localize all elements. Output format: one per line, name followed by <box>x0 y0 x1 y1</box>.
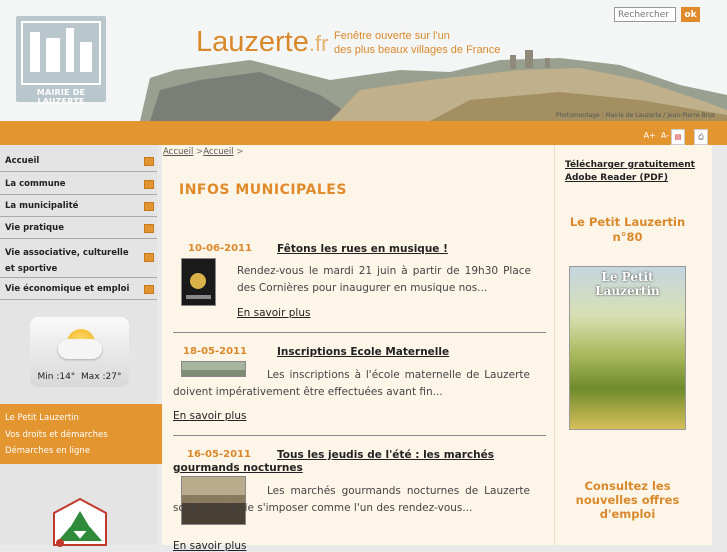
news-title[interactable]: Fêtons les rues en musique ! <box>277 243 448 256</box>
page-edge <box>712 145 727 545</box>
breadcrumb-home[interactable]: Accueil <box>163 147 193 157</box>
quick-link-demarches-en-ligne[interactable]: Démarches en ligne <box>5 446 90 456</box>
pdf-icon[interactable]: ▤ <box>671 129 685 145</box>
sidebar-item-vie-economique[interactable]: Vie économique et emploi <box>0 278 157 300</box>
breadcrumb: Accueil >Accueil > <box>163 147 243 157</box>
weather-max: Max :27° <box>81 372 122 382</box>
site-tagline: Fenêtre ouverte sur l'un des plus beaux … <box>334 29 500 57</box>
chevron-right-icon <box>144 253 154 262</box>
news-divider <box>173 332 546 333</box>
news-summary: Rendez-vous le mardi 21 juin à partir de… <box>237 265 531 294</box>
job-offers-link[interactable]: Consultez les nouvelles offres d'emploi <box>560 479 695 521</box>
news-summary: Les inscriptions à l'école maternelle de… <box>173 369 530 398</box>
news-date: 18-05-2011 <box>183 346 247 357</box>
breadcrumb-separator: > <box>233 147 244 157</box>
font-increase-button[interactable]: A+ <box>644 131 656 140</box>
sidebar-item-accueil[interactable]: Accueil <box>0 150 157 172</box>
quick-link-petit-lauzertin[interactable]: Le Petit Lauzertin <box>5 413 79 423</box>
quick-link-droits-demarches[interactable]: Vos droits et démarches <box>5 430 108 440</box>
cloud-icon <box>58 339 102 359</box>
site-header: MAIRIE DE LAUZERTE Lauzerte.fr Fenêtre o… <box>0 0 727 121</box>
sidebar-item-vie-pratique[interactable]: Vie pratique <box>0 217 157 239</box>
sidebar-item-vie-associative[interactable]: Vie associative, culturelle et sportive <box>0 239 157 278</box>
chevron-right-icon <box>144 224 154 233</box>
tagline-line2: des plus beaux villages de France <box>334 44 501 56</box>
news-divider <box>173 435 546 436</box>
news-title[interactable]: Tous les jeudis de l'été : les marchés g… <box>173 449 503 475</box>
site-name-main: Lauzerte <box>196 26 309 58</box>
adobe-reader-download-link[interactable]: Télécharger gratuitement Adobe Reader (P… <box>565 159 695 185</box>
news-summary: Les marchés gourmands nocturnes de Lauze… <box>173 485 530 514</box>
news-thumbnail[interactable] <box>181 258 216 306</box>
site-name-tld: .fr <box>308 31 329 56</box>
weather-temperatures: Min :14° Max :27° <box>30 372 129 382</box>
sidebar-item-label: Vie associative, culturelle et sportive <box>5 248 129 274</box>
tagline-line1: Fenêtre ouverte sur l'un <box>334 30 450 42</box>
font-decrease-button[interactable]: A- <box>661 131 669 140</box>
chevron-right-icon <box>144 202 154 211</box>
print-icon[interactable]: ⎙ <box>694 129 708 145</box>
sidebar-item-label: Accueil <box>5 156 40 166</box>
weather-min: Min :14° <box>37 372 76 382</box>
sidebar-item-label: Vie pratique <box>5 223 64 233</box>
photo-credit: Photomontage : Mairie de Lauzerte / Jean… <box>555 112 715 119</box>
news-read-more-link[interactable]: En savoir plus <box>173 410 246 422</box>
village-badge-icon[interactable] <box>52 497 108 547</box>
news-title[interactable]: Inscriptions Ecole Maternelle <box>277 346 449 359</box>
news-date: 10-06-2011 <box>188 243 252 254</box>
logo-caption: MAIRIE DE LAUZERTE <box>36 88 86 106</box>
sidebar-item-label: La municipalité <box>5 201 79 211</box>
font-size-tools: A+ A- <box>639 131 669 140</box>
weather-widget: Min :14° Max :27° <box>30 317 129 387</box>
chevron-right-icon <box>144 157 154 166</box>
news-read-more-link[interactable]: En savoir plus <box>173 540 246 552</box>
chevron-right-icon <box>144 180 154 189</box>
search-button[interactable]: ok <box>681 7 700 22</box>
petit-lauzertin-cover[interactable]: Le Petit Lauzertin <box>569 266 686 430</box>
cover-title: Le Petit Lauzertin <box>595 270 660 298</box>
chevron-right-icon <box>144 285 154 294</box>
breadcrumb-current[interactable]: Accueil <box>203 147 233 157</box>
quick-links: Le Petit Lauzertin Vos droits et démarch… <box>0 404 162 464</box>
petit-lauzertin-title[interactable]: Le Petit Lauzertin n°80 <box>560 215 695 245</box>
site-name[interactable]: Lauzerte.fr <box>196 26 328 59</box>
search-input[interactable] <box>614 7 676 22</box>
breadcrumb-separator: > <box>193 147 204 157</box>
news-read-more-link[interactable]: En savoir plus <box>237 307 310 319</box>
sidebar-item-label: Vie économique et emploi <box>5 284 130 294</box>
sidebar-item-la-commune[interactable]: La commune <box>0 173 157 195</box>
sidebar-item-la-municipalite[interactable]: La municipalité <box>0 195 157 217</box>
page-title: INFOS MUNICIPALES <box>179 182 347 198</box>
sidebar-item-label: La commune <box>5 179 66 189</box>
toolbar-band <box>0 121 727 145</box>
